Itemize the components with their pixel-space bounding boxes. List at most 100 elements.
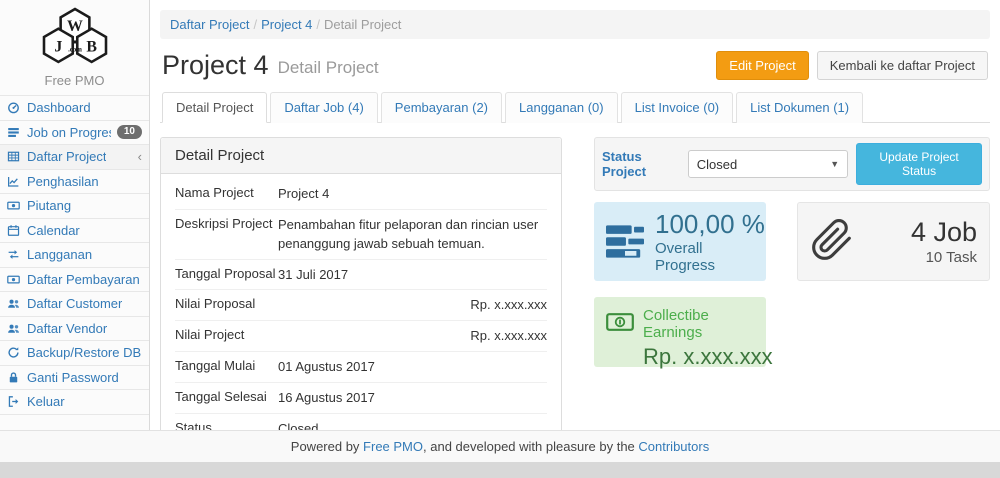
sidebar-item-ganti-password[interactable]: Ganti Password xyxy=(0,366,149,391)
sidebar-item-backup-restore-db[interactable]: Backup/Restore DB xyxy=(0,341,149,366)
progress-percentage: 100,00 % xyxy=(655,209,765,239)
footer: Powered by Free PMO, and developed with … xyxy=(0,430,1000,462)
sidebar-item-job-on-progress[interactable]: Job on Progress 10 xyxy=(0,121,149,146)
detail-label: Nilai Project xyxy=(175,327,278,346)
users-icon xyxy=(7,297,21,311)
paperclip-icon xyxy=(810,218,854,265)
back-to-list-button[interactable]: Kembali ke daftar Project xyxy=(817,51,988,80)
sidebar-item-label: Daftar Project xyxy=(27,149,106,164)
detail-label: Status xyxy=(175,420,278,430)
tasks-icon xyxy=(7,125,21,139)
detail-value: 01 Agustus 2017 xyxy=(278,358,547,377)
line-chart-icon xyxy=(7,174,21,188)
job-count: 4 Job xyxy=(911,217,977,247)
sidebar-item-label: Daftar Pembayaran xyxy=(27,272,140,287)
footer-text-middle: , and developed with pleasure by the xyxy=(423,439,638,454)
detail-value: Project 4 xyxy=(278,185,547,204)
detail-value: Rp. x.xxx.xxx xyxy=(278,327,547,346)
progress-label: Overall Progress xyxy=(655,240,765,274)
page-title: Project 4 xyxy=(162,50,269,81)
tab-langganan-0[interactable]: Langganan (0) xyxy=(505,92,618,123)
page-header: Project 4 Detail Project Edit Project Ke… xyxy=(162,50,988,81)
breadcrumb-item-daftar-project[interactable]: Daftar Project xyxy=(170,17,249,32)
breadcrumb-item-project-4[interactable]: Project 4 xyxy=(261,17,312,32)
sidebar-item-dashboard[interactable]: Dashboard xyxy=(0,96,149,121)
sidebar-item-label: Penghasilan xyxy=(27,174,99,189)
detail-row-deskripsi-project: Deskripsi ProjectPenambahan fitur pelapo… xyxy=(175,210,547,260)
detail-row-nama-project: Nama ProjectProject 4 xyxy=(175,179,547,210)
detail-rows: Nama ProjectProject 4Deskripsi ProjectPe… xyxy=(161,174,561,430)
svg-text:B: B xyxy=(86,38,97,55)
jwb-logo-icon: W J B .com xyxy=(23,6,127,68)
sidebar-item-label: Calendar xyxy=(27,223,80,238)
brand-name: Free PMO xyxy=(0,73,149,88)
sidebar-menu: Dashboard Job on Progress 10 Daftar Project… xyxy=(0,95,149,415)
detail-label: Tanggal Selesai xyxy=(175,389,278,408)
calendar-icon xyxy=(7,223,21,237)
detail-label: Nama Project xyxy=(175,185,278,204)
earnings-label: Collectibe Earnings xyxy=(643,307,754,341)
detail-row-status: StatusClosed xyxy=(175,414,547,430)
status-select[interactable]: Closed ▼ xyxy=(688,150,848,178)
sidebar-item-label: Backup/Restore DB xyxy=(27,345,141,360)
svg-text:J: J xyxy=(54,38,62,55)
sidebar-item-piutang[interactable]: Piutang xyxy=(0,194,149,219)
tab-detail-project[interactable]: Detail Project xyxy=(162,92,267,123)
sidebar-item-label: Job on Progress xyxy=(27,125,111,140)
tab-list-invoice-0[interactable]: List Invoice (0) xyxy=(621,92,734,123)
sidebar-item-label: Piutang xyxy=(27,198,71,213)
tab-list-dokumen-1[interactable]: List Dokumen (1) xyxy=(736,92,863,123)
task-count: 10 Task xyxy=(911,249,977,266)
money-icon xyxy=(606,313,634,335)
dashboard-icon xyxy=(7,101,21,115)
sidebar-item-label: Dashboard xyxy=(27,100,91,115)
edit-project-button[interactable]: Edit Project xyxy=(716,51,808,80)
money-icon xyxy=(7,199,21,213)
chevron-down-icon: ▼ xyxy=(830,159,839,169)
breadcrumb-separator: / xyxy=(316,17,320,32)
sidebar-item-langganan[interactable]: Langganan xyxy=(0,243,149,268)
collectible-earnings-widget: Collectibe Earnings Rp. x.xxx.xxx xyxy=(594,297,766,367)
sidebar-item-label: Daftar Vendor xyxy=(27,321,107,336)
detail-project-panel: Detail Project Nama ProjectProject 4Desk… xyxy=(160,137,562,430)
sidebar-item-label: Langganan xyxy=(27,247,92,262)
detail-row-tanggal-selesai: Tanggal Selesai16 Agustus 2017 xyxy=(175,383,547,414)
sidebar-item-daftar-project[interactable]: Daftar Project‹ xyxy=(0,145,149,170)
detail-value: 16 Agustus 2017 xyxy=(278,389,547,408)
sidebar-item-calendar[interactable]: Calendar xyxy=(0,219,149,244)
sidebar-item-keluar[interactable]: Keluar xyxy=(0,390,149,415)
detail-row-nilai-project: Nilai ProjectRp. x.xxx.xxx xyxy=(175,321,547,352)
tab-pembayaran-2[interactable]: Pembayaran (2) xyxy=(381,92,502,123)
sidebar-item-penghasilan[interactable]: Penghasilan xyxy=(0,170,149,195)
tab-daftar-job-4[interactable]: Daftar Job (4) xyxy=(270,92,377,123)
retweet-icon xyxy=(7,248,21,262)
footer-text-prefix: Powered by xyxy=(291,439,363,454)
breadcrumb-item-detail-project: Detail Project xyxy=(324,17,401,32)
detail-value: Penambahan fitur pelaporan dan rincian u… xyxy=(278,216,547,254)
table-icon xyxy=(7,150,21,164)
breadcrumb-separator: / xyxy=(253,17,257,32)
bottom-strip xyxy=(0,462,1000,478)
badge-count: 10 xyxy=(117,125,142,139)
update-status-button[interactable]: Update Project Status xyxy=(856,143,982,185)
detail-row-tanggal-proposal: Tanggal Proposal31 Juli 2017 xyxy=(175,260,547,291)
lock-icon xyxy=(7,370,21,384)
jwb-logo: W J B .com xyxy=(0,0,149,72)
detail-value: 31 Juli 2017 xyxy=(278,266,547,285)
money-icon xyxy=(7,272,21,286)
detail-label: Tanggal Mulai xyxy=(175,358,278,377)
status-project-label: Status Project xyxy=(602,149,680,179)
sidebar-item-daftar-customer[interactable]: Daftar Customer xyxy=(0,292,149,317)
free-pmo-link[interactable]: Free PMO xyxy=(363,439,423,454)
detail-row-nilai-proposal: Nilai ProposalRp. x.xxx.xxx xyxy=(175,290,547,321)
main-content: Daftar Project / Project 4 / Detail Project … xyxy=(150,0,1000,430)
sidebar-item-daftar-pembayaran[interactable]: Daftar Pembayaran xyxy=(0,268,149,293)
right-column: Status Project Closed ▼ Update Project S… xyxy=(594,137,990,430)
breadcrumb: Daftar Project / Project 4 / Detail Project xyxy=(160,10,990,39)
detail-row-tanggal-mulai: Tanggal Mulai01 Agustus 2017 xyxy=(175,352,547,383)
contributors-link[interactable]: Contributors xyxy=(638,439,709,454)
sidebar-item-label: Ganti Password xyxy=(27,370,119,385)
sidebar-item-daftar-vendor[interactable]: Daftar Vendor xyxy=(0,317,149,342)
users-icon xyxy=(7,321,21,335)
detail-value: Closed xyxy=(278,420,547,430)
